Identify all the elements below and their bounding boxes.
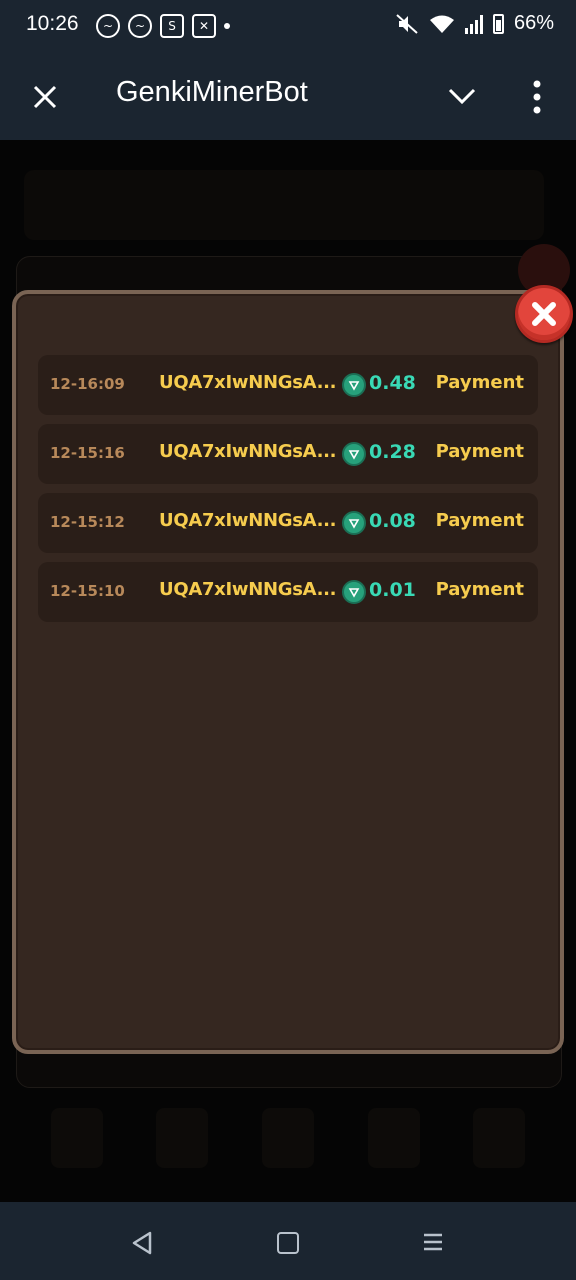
mute-icon <box>396 13 418 34</box>
ton-coin-icon <box>342 373 366 397</box>
chevron-down-icon[interactable] <box>446 84 478 108</box>
transaction-row: 12-15:12 UQA7xIwNNGsA... 0.08 Payment <box>38 493 538 553</box>
background-nav <box>24 1108 552 1188</box>
app-header: GenkiMinerBot <box>0 54 576 140</box>
transaction-type: Payment <box>435 579 524 600</box>
messenger-icon: ~ <box>128 14 152 38</box>
battery-icon <box>492 13 504 34</box>
transaction-type: Payment <box>435 510 524 531</box>
transaction-time: 12-15:12 <box>50 513 125 531</box>
notification-icons: ~ ~ S ✕ <box>96 14 230 38</box>
transaction-row: 12-16:09 UQA7xIwNNGsA... 0.48 Payment <box>38 355 538 415</box>
transaction-amount: 0.48 <box>369 372 416 394</box>
transaction-row: 12-15:10 UQA7xIwNNGsA... 0.01 Payment <box>38 562 538 622</box>
transaction-address: UQA7xIwNNGsA... <box>159 579 337 600</box>
background-nav-item <box>473 1108 526 1168</box>
close-icon[interactable] <box>30 82 60 112</box>
dot-icon <box>224 23 230 29</box>
system-status: 66% <box>395 12 554 35</box>
transaction-address: UQA7xIwNNGsA... <box>159 510 337 531</box>
transaction-list: 12-16:09 UQA7xIwNNGsA... 0.48 Payment 12… <box>38 355 538 631</box>
background-nav-item <box>367 1108 420 1168</box>
transaction-time: 12-16:09 <box>50 375 125 393</box>
signal-icon <box>464 14 483 34</box>
ton-coin-icon <box>342 511 366 535</box>
ton-coin-icon <box>342 442 366 466</box>
home-icon[interactable] <box>277 1232 299 1254</box>
transaction-address: UQA7xIwNNGsA... <box>159 372 337 393</box>
battery-percent: 66% <box>513 12 554 34</box>
status-time: 10:26 <box>26 12 79 35</box>
transaction-type: Payment <box>435 441 524 462</box>
close-icon <box>532 302 556 326</box>
transaction-time: 12-15:16 <box>50 444 125 462</box>
wifi-icon <box>429 15 454 33</box>
transaction-amount: 0.28 <box>369 441 416 463</box>
transaction-row: 12-15:16 UQA7xIwNNGsA... 0.28 Payment <box>38 424 538 484</box>
transaction-type: Payment <box>435 372 524 393</box>
system-nav-bar <box>0 1202 576 1280</box>
transaction-address: UQA7xIwNNGsA... <box>159 441 337 462</box>
back-icon[interactable] <box>130 1230 154 1256</box>
background-nav-item <box>50 1108 103 1168</box>
transaction-amount: 0.08 <box>369 510 416 532</box>
transaction-time: 12-15:10 <box>50 582 125 600</box>
ton-coin-icon <box>342 580 366 604</box>
shopee-icon: S <box>160 14 184 38</box>
background-nav-item <box>156 1108 209 1168</box>
background-header <box>24 170 544 240</box>
more-vert-icon[interactable] <box>530 80 544 114</box>
capcut-icon: ✕ <box>192 14 216 38</box>
app-title: GenkiMinerBot <box>116 76 308 108</box>
background-nav-item <box>261 1108 314 1168</box>
messenger-icon: ~ <box>96 14 120 38</box>
status-bar: 10:26 ~ ~ S ✕ 66% <box>0 0 576 54</box>
recent-apps-icon[interactable] <box>422 1232 444 1252</box>
transaction-amount: 0.01 <box>369 579 416 601</box>
modal-close-button[interactable] <box>515 285 573 343</box>
